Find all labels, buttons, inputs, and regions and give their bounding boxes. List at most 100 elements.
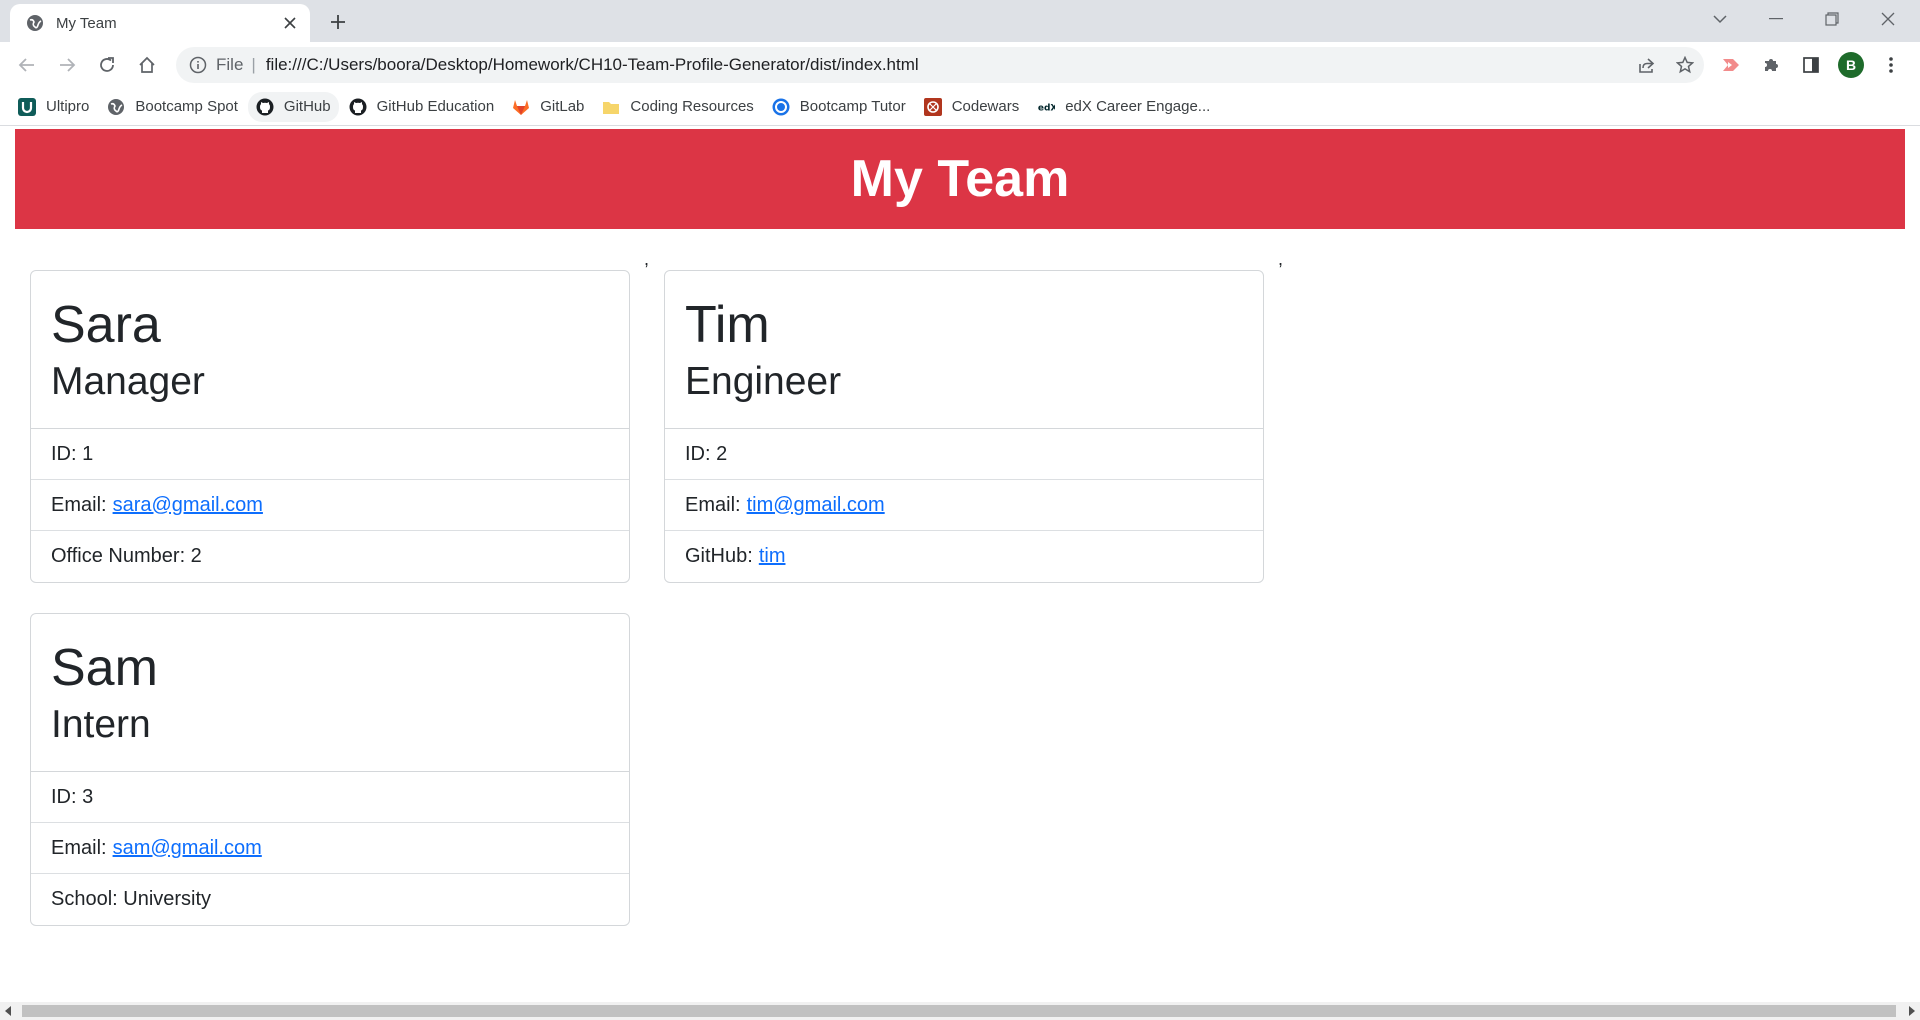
share-icon[interactable] <box>1628 47 1666 83</box>
horizontal-scrollbar[interactable] <box>0 1002 1920 1020</box>
id-text: ID: 3 <box>51 785 94 808</box>
employee-email: Email: sara@gmail.com <box>31 480 629 531</box>
card-header: Tim Engineer <box>665 271 1263 429</box>
stray-comma: , <box>644 249 650 269</box>
bookmark-gitlab[interactable]: GitLab <box>504 92 592 122</box>
page-title: My Team <box>850 150 1070 208</box>
card-header: Sara Manager <box>31 271 629 429</box>
github-profile: GitHub: tim <box>665 531 1263 582</box>
menu-kebab-icon[interactable] <box>1876 50 1906 80</box>
github-label: GitHub: <box>685 545 753 567</box>
address-separator: | <box>251 55 256 74</box>
bookmark-bootcamp-spot[interactable]: Bootcamp Spot <box>99 92 246 122</box>
email-link[interactable]: tim@gmail.com <box>747 494 885 517</box>
stray-comma: , <box>1278 249 1284 269</box>
extension-cast-icon[interactable] <box>1716 50 1746 80</box>
bookmark-github-education[interactable]: GitHub Education <box>341 92 503 122</box>
bookmark-bootcamp-tutor[interactable]: Bootcamp Tutor <box>764 92 914 122</box>
school-text: School: University <box>51 888 212 910</box>
ultipro-icon <box>18 97 36 116</box>
employee-role: Engineer <box>685 360 842 403</box>
tab-strip: My Team <box>0 0 1920 42</box>
email-label: Email: <box>685 493 741 516</box>
employee-email: Email: sam@gmail.com <box>31 823 629 874</box>
svg-text:edX: edX <box>1038 103 1055 113</box>
bookmark-star-icon[interactable] <box>1666 47 1704 83</box>
employee-name: Sam <box>51 639 158 697</box>
employee-name: Tim <box>685 296 770 354</box>
bookmark-label: Bootcamp Tutor <box>799 98 906 115</box>
email-link[interactable]: sara@gmail.com <box>113 494 263 517</box>
address-url[interactable]: file:///C:/Users/boora/Desktop/Homework/… <box>266 55 1628 75</box>
bookmark-edx[interactable]: edX edX Career Engage... <box>1029 92 1218 122</box>
employee-email: Email: tim@gmail.com <box>665 480 1263 531</box>
globe-icon <box>26 14 44 32</box>
close-window-icon[interactable] <box>1860 0 1916 38</box>
id-text: ID: 2 <box>685 442 728 465</box>
bookmark-label: GitLab <box>540 98 585 115</box>
card-header: Sam Intern <box>31 614 629 772</box>
back-icon[interactable] <box>12 50 42 80</box>
bookmark-label: GitHub <box>283 98 331 115</box>
reload-icon[interactable] <box>92 50 122 80</box>
forward-icon[interactable] <box>52 50 82 80</box>
employee-card-intern: Sam Intern ID: 3 Email: sam@gmail.com Sc… <box>30 613 630 926</box>
github-icon <box>256 98 274 116</box>
email-label: Email: <box>51 493 107 516</box>
browser-toolbar: File | file:///C:/Users/boora/Desktop/Ho… <box>0 42 1920 88</box>
tab-search-icon[interactable] <box>1692 0 1748 38</box>
email-label: Email: <box>51 836 107 859</box>
bookmarks-bar: Ultipro Bootcamp Spot GitHub GitHub Educ… <box>0 88 1920 126</box>
bookmark-codewars[interactable]: Codewars <box>916 92 1028 122</box>
globe-icon <box>107 98 125 116</box>
github-icon <box>349 98 367 116</box>
bookmark-label: Codewars <box>951 98 1020 115</box>
restore-icon[interactable] <box>1804 0 1860 38</box>
bookmark-label: GitHub Education <box>376 98 495 115</box>
bookmark-label: Ultipro <box>46 98 90 115</box>
avatar: B <box>1838 52 1864 78</box>
bookmark-label: edX Career Engage... <box>1065 98 1211 115</box>
tab-title: My Team <box>56 14 117 32</box>
browser-tab[interactable]: My Team <box>10 4 310 42</box>
employee-card-manager: Sara Manager ID: 1 Email: sara@gmail.com… <box>30 270 630 583</box>
profile-avatar[interactable]: B <box>1836 50 1866 80</box>
gitlab-icon <box>512 98 530 116</box>
bookmark-label: Coding Resources <box>630 98 754 115</box>
id-text: ID: 1 <box>51 442 94 465</box>
office-number-text: Office Number: 2 <box>51 545 202 567</box>
school: School: University <box>31 874 629 925</box>
new-tab-icon[interactable] <box>324 8 352 36</box>
employee-id: ID: 1 <box>31 429 629 480</box>
employee-name: Sara <box>51 296 161 354</box>
employee-role: Manager <box>51 360 205 403</box>
side-panel-icon[interactable] <box>1796 50 1826 80</box>
employee-card-engineer: Tim Engineer ID: 2 Email: tim@gmail.com … <box>664 270 1264 583</box>
bookmark-coding-resources[interactable]: Coding Resources <box>594 92 761 122</box>
address-scheme: File <box>216 55 244 74</box>
page-viewport: My Team , , Sara Manager ID: 1 Email: sa… <box>0 127 1920 1002</box>
bookmark-ultipro[interactable]: Ultipro <box>10 92 97 122</box>
employee-id: ID: 3 <box>31 772 629 823</box>
scrollbar-thumb[interactable] <box>22 1005 1896 1017</box>
extensions-puzzle-icon[interactable] <box>1756 50 1786 80</box>
info-icon[interactable] <box>188 55 208 75</box>
folder-icon <box>602 98 620 116</box>
bootcamp-tutor-icon <box>772 98 790 116</box>
scroll-left-icon[interactable] <box>0 1002 18 1020</box>
codewars-icon <box>923 97 942 116</box>
page-banner: My Team <box>15 129 1905 229</box>
bookmark-label: Bootcamp Spot <box>135 98 238 115</box>
address-bar[interactable]: File | file:///C:/Users/boora/Desktop/Ho… <box>176 47 1704 83</box>
office-number: Office Number: 2 <box>31 531 629 582</box>
minimize-icon[interactable] <box>1748 0 1804 38</box>
home-icon[interactable] <box>132 50 162 80</box>
github-link[interactable]: tim <box>759 545 786 568</box>
scroll-right-icon[interactable] <box>1902 1002 1920 1020</box>
bookmark-github[interactable]: GitHub <box>247 91 339 122</box>
email-link[interactable]: sam@gmail.com <box>113 837 262 860</box>
employee-id: ID: 2 <box>665 429 1263 480</box>
edx-icon: edX <box>1037 98 1056 116</box>
close-tab-icon[interactable] <box>280 13 300 33</box>
employee-role: Intern <box>51 703 151 746</box>
